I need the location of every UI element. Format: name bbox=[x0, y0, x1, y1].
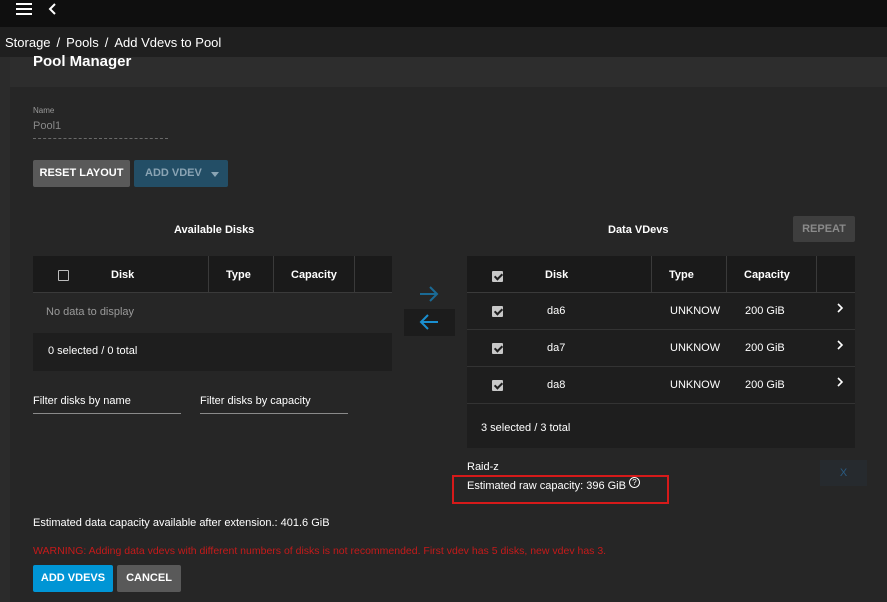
selection-count: 0 selected / 0 total bbox=[48, 345, 138, 357]
type-cell: UNKNOW bbox=[670, 305, 721, 317]
type-cell: UNKNOW bbox=[670, 342, 721, 354]
transfer-arrows bbox=[404, 281, 455, 336]
empty-row: No data to display bbox=[33, 293, 392, 333]
page-title: Pool Manager bbox=[33, 53, 132, 70]
estimated-data-capacity: Estimated data capacity available after … bbox=[33, 517, 330, 529]
vdev-type-label: Raid-z bbox=[467, 461, 499, 473]
data-vdevs-table: Disk Type Capacity da6 UNKNOW 200 GiB da… bbox=[467, 256, 855, 448]
column-disk[interactable]: Disk bbox=[111, 269, 134, 281]
pool-name-field[interactable]: Pool1 bbox=[33, 120, 168, 139]
caret-down-icon[interactable] bbox=[211, 172, 219, 177]
column-capacity[interactable]: Capacity bbox=[291, 269, 337, 281]
arrow-left-icon[interactable] bbox=[418, 313, 440, 331]
available-disks-title: Available Disks bbox=[174, 224, 255, 236]
remove-vdev-button[interactable]: X bbox=[820, 460, 867, 486]
name-label: Name bbox=[33, 106, 55, 115]
table-row[interactable]: da7 UNKNOW 200 GiB bbox=[467, 330, 855, 367]
capacity-cell: 200 GiB bbox=[745, 379, 785, 391]
cancel-button[interactable]: CANCEL bbox=[117, 565, 181, 592]
repeat-button[interactable]: REPEAT bbox=[793, 216, 855, 242]
row-checkbox[interactable] bbox=[492, 306, 503, 317]
arrow-right-icon[interactable] bbox=[418, 285, 440, 303]
empty-message: No data to display bbox=[46, 306, 135, 318]
capacity-cell: 200 GiB bbox=[745, 305, 785, 317]
data-vdevs-title: Data VDevs bbox=[608, 224, 669, 236]
top-bar bbox=[0, 0, 887, 27]
breadcrumb-current: Add Vdevs to Pool bbox=[114, 35, 222, 50]
capacity-cell: 200 GiB bbox=[745, 342, 785, 354]
selection-count: 3 selected / 3 total bbox=[481, 422, 571, 434]
hamburger-menu-icon[interactable] bbox=[16, 3, 32, 17]
highlight-annotation bbox=[452, 475, 669, 504]
breadcrumb-separator: / bbox=[104, 35, 109, 50]
table-row[interactable]: da6 UNKNOW 200 GiB bbox=[467, 293, 855, 330]
row-checkbox[interactable] bbox=[492, 343, 503, 354]
chevron-right-icon[interactable] bbox=[835, 302, 845, 314]
disk-cell: da6 bbox=[547, 305, 566, 317]
available-disks-table: Disk Type Capacity No data to display 0 … bbox=[33, 256, 392, 371]
table-header: Disk Type Capacity bbox=[467, 256, 855, 293]
table-row[interactable]: da8 UNKNOW 200 GiB bbox=[467, 367, 855, 404]
table-header: Disk Type Capacity bbox=[33, 256, 392, 293]
card-header bbox=[10, 57, 887, 87]
disk-cell: da7 bbox=[547, 342, 566, 354]
breadcrumb-separator: / bbox=[56, 35, 61, 50]
add-vdev-button[interactable]: ADD VDEV bbox=[134, 160, 228, 187]
type-cell: UNKNOW bbox=[670, 379, 721, 391]
column-capacity[interactable]: Capacity bbox=[744, 269, 790, 281]
select-all-checkbox[interactable] bbox=[58, 270, 69, 281]
filter-disks-name-input[interactable]: Filter disks by name bbox=[33, 395, 181, 414]
breadcrumb-bar: Storage / Pools / Add Vdevs to Pool bbox=[0, 27, 887, 57]
chevron-left-icon[interactable] bbox=[47, 2, 59, 16]
select-all-checkbox[interactable] bbox=[492, 271, 503, 282]
row-checkbox[interactable] bbox=[492, 380, 503, 391]
breadcrumb: Storage / Pools / Add Vdevs to Pool bbox=[5, 35, 221, 50]
breadcrumb-storage[interactable]: Storage bbox=[5, 35, 51, 50]
disk-cell: da8 bbox=[547, 379, 566, 391]
column-disk[interactable]: Disk bbox=[545, 269, 568, 281]
filter-disks-capacity-input[interactable]: Filter disks by capacity bbox=[200, 395, 348, 414]
column-type[interactable]: Type bbox=[226, 269, 251, 281]
breadcrumb-pools[interactable]: Pools bbox=[66, 35, 99, 50]
warning-message: WARNING: Adding data vdevs with differen… bbox=[33, 545, 607, 557]
chevron-right-icon[interactable] bbox=[835, 339, 845, 351]
add-vdevs-button[interactable]: ADD VDEVS bbox=[33, 565, 113, 592]
reset-layout-button[interactable]: RESET LAYOUT bbox=[33, 160, 130, 187]
chevron-right-icon[interactable] bbox=[835, 376, 845, 388]
add-vdev-label: ADD VDEV bbox=[145, 167, 202, 179]
column-type[interactable]: Type bbox=[669, 269, 694, 281]
